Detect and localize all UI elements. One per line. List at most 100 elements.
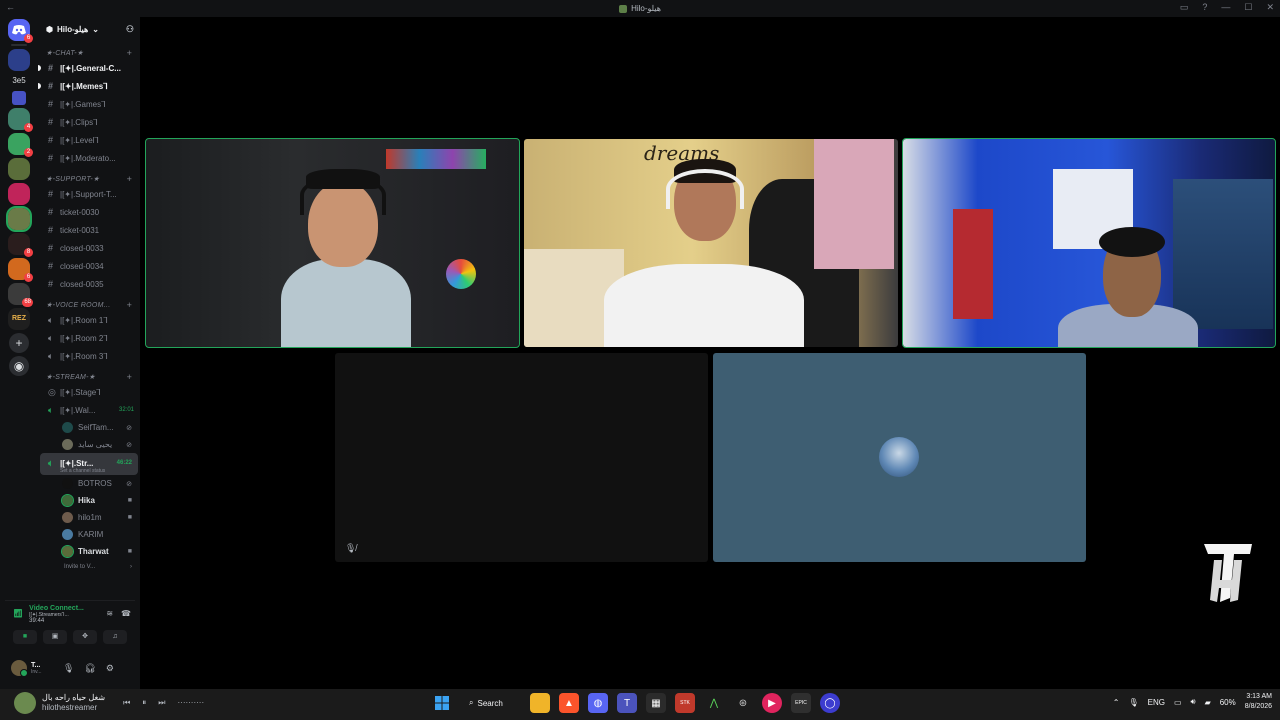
add-channel-icon[interactable]: + [126, 300, 132, 310]
camera-button[interactable]: ■ [13, 630, 37, 644]
channel-memes[interactable]: # |[✦|.Memes⅂ [38, 77, 140, 95]
activities-button[interactable]: ✥ [73, 630, 97, 644]
video-tile-2[interactable]: dreams [524, 139, 898, 347]
settings-gear-icon[interactable]: ⚙ [106, 663, 114, 674]
voice-member[interactable]: BOTROS ⊘ [38, 475, 140, 492]
server-header[interactable]: ⬢ Hilo-هيلو ⌄ ⚇ [38, 17, 140, 41]
server-icon-5[interactable] [8, 183, 30, 205]
voice-member[interactable]: KARIM [38, 526, 140, 543]
inbox-icon[interactable]: ▭ [1180, 2, 1189, 13]
video-tile-1[interactable] [145, 138, 520, 348]
back-arrow-icon[interactable]: ← [6, 2, 15, 12]
channel-room-3[interactable]: 🔈︎ |[✦|.Room 3⅂ [38, 347, 140, 365]
server-folder-icon[interactable] [12, 91, 26, 105]
channel-ticket-0031[interactable]: # ticket-0031 [38, 221, 140, 239]
server-reez-icon[interactable]: REZ [8, 308, 30, 330]
user-info[interactable]: T... Inv... [31, 662, 53, 675]
discord-home-icon[interactable]: 6 [8, 19, 33, 43]
voice-member[interactable]: SeifTam... ⊘ [38, 419, 140, 436]
soundboard-button[interactable]: ♫ [103, 630, 127, 644]
windows-start-icon[interactable] [432, 693, 452, 713]
category-support[interactable]: ★-SUPPORT-★ + [38, 173, 140, 185]
channel-clips[interactable]: # |[✦|.Clips⅂ [38, 113, 140, 131]
voice-member[interactable]: Hika ■ [38, 492, 140, 509]
channel-wal[interactable]: 🔈︎ |[✦|.Wal... 32:01 [38, 401, 140, 419]
server-hilo-icon[interactable] [8, 49, 30, 71]
language-indicator[interactable]: ENG [1148, 698, 1165, 707]
channel-room-2[interactable]: 🔈︎ |[✦|.Room 2⅂ [38, 329, 140, 347]
display-icon[interactable]: ▭ [1174, 698, 1182, 707]
noise-suppression-icon[interactable]: ≋ [106, 609, 113, 618]
battery-icon[interactable]: ▰ [1205, 698, 1211, 707]
next-icon[interactable]: ⏭︎ [158, 698, 165, 708]
maximize-icon[interactable]: ☐ [1244, 2, 1252, 13]
video-tile-3[interactable] [902, 138, 1276, 348]
server-icon-4[interactable] [8, 158, 30, 180]
mic-icon[interactable]: 🎙︎ [63, 663, 74, 674]
avatar[interactable] [11, 660, 28, 677]
server-icon-8[interactable]: 6 [8, 258, 33, 282]
stock-app-icon[interactable]: STK [675, 693, 695, 713]
voice-status[interactable]: Video Connect... [29, 605, 84, 612]
add-member-icon[interactable]: ⚇ [126, 24, 134, 35]
channel-closed-0033[interactable]: # closed-0033 [38, 239, 140, 257]
taskbar-search[interactable]: ⌕ Search [461, 692, 521, 714]
add-channel-icon[interactable]: + [126, 372, 132, 382]
file-explorer-icon[interactable] [530, 693, 550, 713]
tray-chevron-up-icon[interactable]: ⌃ [1113, 698, 1120, 707]
discover-icon[interactable]: ◉ [9, 356, 29, 376]
channel-streamers-active[interactable]: 🔈︎ |[✦|.Str... 46:22 Set a channel status [40, 453, 138, 475]
video-tile-5-avatar[interactable] [713, 353, 1086, 562]
screen-share-button[interactable]: ▣ [43, 630, 67, 644]
media-player-icon[interactable]: ▶ [762, 693, 782, 713]
previous-icon[interactable]: ⏮︎ [123, 698, 130, 708]
category-voice[interactable]: ★-VOICE ROOM... + [38, 299, 140, 311]
media-widget[interactable]: شغل حياه راحه بال hilothestreamer ⏮︎ ⏸︎ … [14, 692, 204, 714]
channel-closed-0035[interactable]: # closed-0035 [38, 275, 140, 293]
help-icon[interactable]: ? [1202, 2, 1207, 13]
category-chat[interactable]: ★-CHAT-★ + [38, 47, 140, 59]
channel-general[interactable]: # |[✦|.General-C... [38, 59, 140, 77]
voice-member[interactable]: Tharwat ■ [38, 543, 140, 560]
signal-icon[interactable]: 📶︎ [13, 609, 23, 618]
close-icon[interactable]: ✕ [1266, 2, 1274, 13]
channel-games[interactable]: # |[✦|.Games⅂ [38, 95, 140, 113]
add-server-icon[interactable]: + [9, 333, 29, 353]
add-channel-icon[interactable]: + [126, 48, 132, 58]
volume-icon[interactable]: 🔊︎ [1191, 697, 1196, 707]
clock[interactable]: 3:13 AM 8/8/2026 [1245, 692, 1272, 712]
pause-icon[interactable]: ⏸︎ [142, 698, 146, 708]
brave-browser-icon[interactable]: ▲ [559, 693, 579, 713]
channel-room-1[interactable]: 🔈︎ |[✦|.Room 1⅂ [38, 311, 140, 329]
invite-to-voice[interactable]: Invite to V... › [38, 560, 140, 574]
add-channel-icon[interactable]: + [126, 174, 132, 184]
server-icon-3[interactable]: 2 [8, 133, 33, 157]
channel-level[interactable]: # |[✦|.Level⅂ [38, 131, 140, 149]
voice-member[interactable]: hilo1m ■ [38, 509, 140, 526]
discord-taskbar-icon[interactable]: ◍ [588, 693, 608, 713]
minimize-icon[interactable]: — [1221, 2, 1230, 13]
teams-icon[interactable]: T [617, 693, 637, 713]
voice-member[interactable]: يحيى سايد ⊘ [38, 436, 140, 453]
server-icon-7[interactable]: 8 [8, 233, 33, 257]
store-icon[interactable]: ▦ [646, 693, 666, 713]
headphones-icon[interactable]: 🎧︎ [84, 663, 95, 674]
steam-icon[interactable]: ⊛ [733, 693, 753, 713]
microphone-tray-icon[interactable]: 🎙︎ [1128, 698, 1138, 707]
nvidia-icon[interactable]: ⋀ [704, 693, 724, 713]
channel-closed-0034[interactable]: # closed-0034 [38, 257, 140, 275]
server-icon-9[interactable]: 68 [8, 283, 33, 307]
video-tile-4-camera-off[interactable]: 🎙︎̸ [335, 353, 708, 562]
channel-ticket-0030[interactable]: # ticket-0030 [38, 203, 140, 221]
obs-icon[interactable]: ◯ [820, 693, 840, 713]
category-stream[interactable]: ★-STREAM-★ + [38, 371, 140, 383]
channel-status[interactable]: Set a channel status [48, 468, 138, 474]
channel-moderato[interactable]: # |[✦|.Moderato... [38, 149, 140, 167]
server-3e5[interactable]: 3e5 [12, 74, 25, 88]
channel-support-t[interactable]: # |[✦|.Support-T... [38, 185, 140, 203]
epic-games-icon[interactable]: EPIC [791, 693, 811, 713]
disconnect-icon[interactable]: ☎ [121, 609, 131, 618]
server-icon-6[interactable] [6, 206, 32, 232]
channel-stage[interactable]: ◎ |[✦|.Stage⅂ [38, 383, 140, 401]
server-icon-2[interactable]: 4 [8, 108, 33, 132]
